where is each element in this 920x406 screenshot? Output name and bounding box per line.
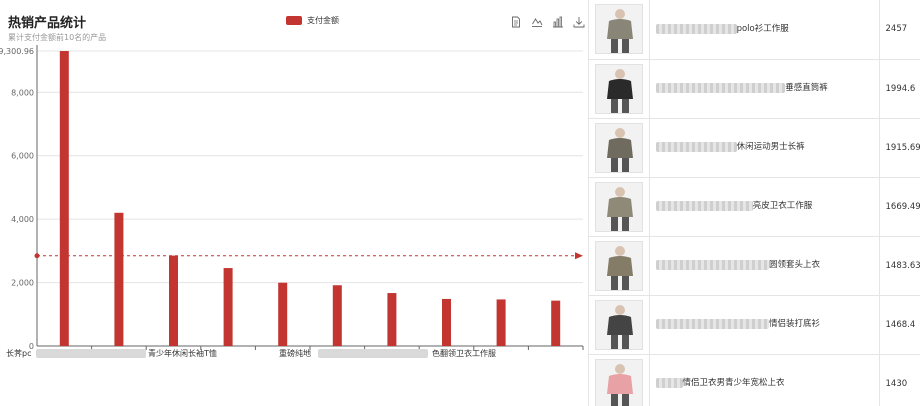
product-amount: 1994.6 (879, 59, 920, 119)
table-row[interactable]: 垂感直筒裤 1994.6 (589, 59, 920, 119)
product-figure-icon (607, 9, 633, 54)
redacted-text (655, 201, 753, 211)
product-figure-icon (607, 363, 633, 406)
bar (169, 255, 178, 346)
product-thumbnail[interactable] (595, 4, 643, 55)
table-row[interactable]: 休闲运动男士长裤 1915.69 (589, 118, 920, 178)
y-tick-label: 2,000 (11, 279, 34, 288)
x-category-label: 重磅纯地 (279, 348, 311, 358)
product-name: 圆领套头上衣 (768, 260, 820, 270)
product-amount: 1430 (879, 354, 920, 406)
product-thumbnail[interactable] (595, 240, 643, 291)
bar (387, 293, 397, 346)
redacted-text (655, 83, 786, 93)
product-amount: 1915.69 (879, 118, 920, 178)
product-name: 情侣装打底衫 (768, 319, 820, 329)
product-amount: 2457 (879, 0, 920, 60)
product-image-cell (589, 59, 650, 119)
product-image-cell (589, 177, 650, 237)
product-image-cell (589, 0, 650, 60)
product-table: polo衫工作服 2457 垂感直筒裤 1994.6 休闲运动男士长裤 1915.69… (589, 0, 920, 406)
product-name-cell: 亮皮卫衣工作服 (649, 177, 880, 237)
bar (496, 299, 506, 346)
product-image-cell (589, 354, 650, 406)
product-name-cell: 情侣卫衣男青少年宽松上衣 (649, 354, 880, 406)
product-thumbnail[interactable] (595, 299, 643, 350)
product-name-cell: 圆领套头上衣 (649, 236, 880, 296)
hot-products-chart-panel: 热销产品统计 累计支付金额前10名的产品 支付金额 0 2,000 4,000 6,0… (0, 0, 588, 406)
product-thumbnail[interactable] (595, 63, 643, 114)
redacted-text (655, 23, 737, 34)
bar (551, 300, 561, 346)
redacted-label-segment (36, 349, 146, 358)
table-row[interactable]: 亮皮卫衣工作服 1669.49 (589, 177, 920, 237)
average-line-start-dot (34, 253, 40, 259)
product-name: polo衫工作服 (736, 23, 789, 34)
x-category-label: 长荠pc (6, 348, 31, 358)
redacted-text (655, 378, 683, 388)
product-thumbnail[interactable] (595, 358, 643, 406)
bar (332, 285, 342, 346)
redacted-text (655, 319, 769, 329)
product-figure-icon (607, 127, 633, 172)
product-thumbnail[interactable] (595, 122, 643, 173)
bar (278, 282, 288, 346)
bar (114, 212, 124, 346)
product-image-cell (589, 295, 650, 355)
bar (59, 51, 69, 346)
redacted-text (655, 142, 737, 152)
redacted-label-segment (318, 349, 428, 358)
table-row[interactable]: 情侣装打底衫 1468.4 (589, 295, 920, 355)
average-line-arrow (575, 252, 583, 260)
product-name: 休闲运动男士长裤 (736, 142, 805, 152)
product-amount: 1468.4 (879, 295, 920, 355)
product-amount: 1669.49 (879, 177, 920, 237)
product-figure-icon (607, 186, 633, 231)
table-row[interactable]: polo衫工作服 2457 (589, 0, 920, 60)
product-name: 垂感直筒裤 (785, 83, 828, 93)
product-amount: 1483.63 (879, 236, 920, 296)
table-row[interactable]: 圆领套头上衣 1483.63 (589, 236, 920, 296)
product-figure-icon (607, 245, 633, 290)
redacted-text (655, 260, 769, 270)
product-table-panel: polo衫工作服 2457 垂感直筒裤 1994.6 休闲运动男士长裤 1915.69… (588, 0, 920, 406)
product-figure-icon (607, 304, 633, 349)
product-name-cell: 垂感直筒裤 (649, 59, 880, 119)
product-name-cell: polo衫工作服 (649, 0, 880, 60)
y-tick-label: 8,000 (11, 88, 34, 97)
product-image-cell (589, 118, 650, 178)
product-image-cell (589, 236, 650, 296)
product-name: 亮皮卫衣工作服 (752, 201, 813, 211)
table-row[interactable]: 情侣卫衣男青少年宽松上衣 1430 (589, 354, 920, 406)
bar (442, 298, 451, 346)
product-name: 情侣卫衣男青少年宽松上衣 (682, 378, 785, 388)
y-tick-label: 4,000 (11, 215, 34, 224)
product-name-cell: 休闲运动男士长裤 (649, 118, 880, 178)
y-tick-label: 6,000 (11, 152, 34, 161)
y-max-label: 9,300.96 (0, 47, 34, 56)
x-category-label: 色翻领卫衣工作服 (432, 348, 496, 358)
bar (223, 268, 233, 346)
product-figure-icon (607, 68, 633, 113)
product-name-cell: 情侣装打底衫 (649, 295, 880, 355)
product-thumbnail[interactable] (595, 181, 643, 232)
x-category-label: 青少年休闲长袖T恤 (148, 348, 217, 358)
bar-chart: 02,0004,0006,0008,0009,300.96长荠pc 青少年休闲长袖… (0, 45, 584, 358)
